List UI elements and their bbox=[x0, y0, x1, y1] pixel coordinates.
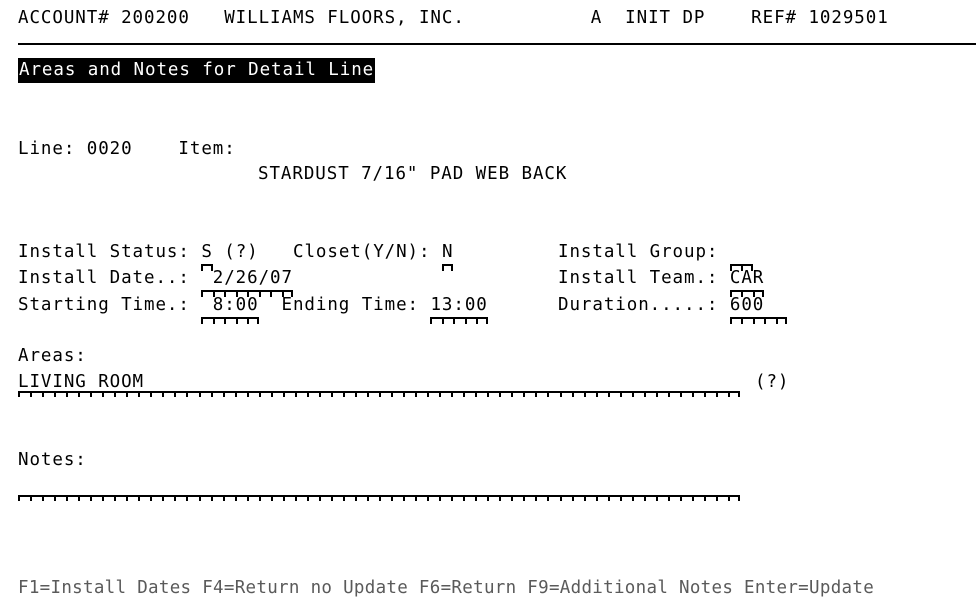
duration-value: 600 bbox=[729, 295, 788, 315]
page-title: Areas and Notes for Detail Line bbox=[18, 58, 376, 83]
line-item-row: Line: 0020 Item: bbox=[18, 139, 236, 159]
install-group-label: Install Group: bbox=[558, 242, 719, 262]
item-description-row: STARDUST 7/16" PAD WEB BACK bbox=[258, 164, 567, 184]
ending-time-value: 13:00 bbox=[430, 295, 488, 315]
areas-value: LIVING ROOM bbox=[18, 372, 145, 392]
install-group-row: Install Group: bbox=[558, 242, 753, 271]
install-group-value bbox=[730, 242, 753, 262]
areas-value-row: LIVING ROOM bbox=[18, 372, 144, 392]
ending-time-input[interactable]: 13:00 bbox=[430, 295, 489, 324]
field-ticks bbox=[430, 319, 488, 324]
install-group-input[interactable] bbox=[729, 242, 753, 271]
starting-time-label: Starting Time.: bbox=[18, 295, 190, 315]
field-ticks bbox=[441, 266, 454, 271]
item-label: Item: bbox=[178, 139, 236, 159]
header-line: ACCOUNT# 200200 WILLIAMS FLOORS, INC. A … bbox=[18, 8, 889, 28]
areas-label: Areas: bbox=[18, 346, 87, 366]
function-keys-text: F1=Install Dates F4=Return no Update F6=… bbox=[18, 578, 875, 598]
ending-time-label: Ending Time: bbox=[281, 295, 419, 315]
install-team-input[interactable]: CAR bbox=[729, 268, 765, 297]
starting-time-input[interactable]: 8:00 bbox=[201, 295, 259, 324]
closet-label: Closet(Y/N): bbox=[293, 242, 431, 262]
starting-time-value: 8:00 bbox=[201, 295, 259, 315]
duration-input[interactable]: 600 bbox=[729, 295, 788, 324]
duration-row: Duration.....: 600 bbox=[558, 295, 788, 324]
install-date-value: 2/26/07 bbox=[201, 268, 293, 288]
install-date-row: Install Date..: 2/26/07 bbox=[18, 268, 293, 297]
install-team-label: Install Team.: bbox=[558, 268, 719, 288]
notes-label-text: Notes: bbox=[18, 450, 87, 470]
field-ticks bbox=[201, 319, 259, 324]
header-text: ACCOUNT# 200200 WILLIAMS FLOORS, INC. A … bbox=[18, 8, 889, 28]
closet-input[interactable]: N bbox=[441, 242, 454, 271]
header-separator-rule bbox=[18, 43, 976, 45]
line-value: 0020 bbox=[86, 139, 133, 159]
areas-input[interactable]: LIVING ROOM bbox=[18, 372, 144, 392]
install-status-value: S bbox=[201, 242, 213, 262]
install-team-row: Install Team.: CAR bbox=[558, 268, 765, 297]
item-description: STARDUST 7/16" PAD WEB BACK bbox=[258, 164, 568, 184]
areas-help-prompt-row: (?) bbox=[755, 372, 789, 392]
install-date-input[interactable]: 2/26/07 bbox=[201, 268, 293, 297]
screen-title-row: Areas and Notes for Detail Line bbox=[18, 58, 376, 83]
terminal-screen: ACCOUNT# 200200 WILLIAMS FLOORS, INC. A … bbox=[0, 0, 976, 613]
install-date-label: Install Date..: bbox=[18, 268, 190, 288]
areas-field-ticks bbox=[18, 391, 740, 397]
line-label: Line: bbox=[18, 139, 76, 159]
install-status-row: Install Status: S (?) Closet(Y/N): N bbox=[18, 242, 454, 271]
areas-help-prompt[interactable]: (?) bbox=[755, 372, 789, 392]
duration-label: Duration.....: bbox=[558, 295, 719, 315]
install-status-input[interactable]: S bbox=[201, 242, 214, 271]
times-row: Starting Time.: 8:00 Ending Time: 13:00 bbox=[18, 295, 489, 324]
notes-field-ticks bbox=[18, 495, 740, 501]
install-status-label: Install Status: bbox=[18, 242, 190, 262]
install-team-value: CAR bbox=[729, 268, 765, 288]
function-key-bar: F1=Install Dates F4=Return no Update F6=… bbox=[18, 578, 874, 598]
field-ticks bbox=[729, 319, 788, 324]
install-status-help-prompt[interactable]: (?) bbox=[224, 242, 258, 262]
areas-label-text: Areas: bbox=[18, 346, 87, 366]
notes-label: Notes: bbox=[18, 450, 87, 470]
closet-value: N bbox=[441, 242, 454, 262]
